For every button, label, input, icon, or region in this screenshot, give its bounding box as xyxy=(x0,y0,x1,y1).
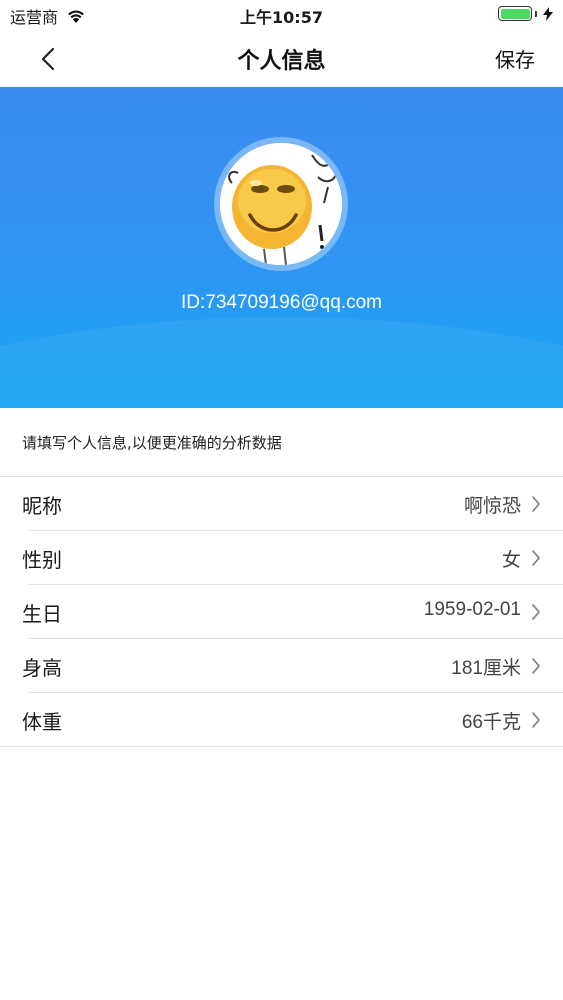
field-value: 66千克 xyxy=(461,712,521,733)
field-label: 体重 xyxy=(22,710,62,734)
nav-bar: 个人信息 保存 xyxy=(0,30,563,87)
info-hint: 请填写个人信息,以便更准确的分析数据 xyxy=(22,434,282,452)
field-row-birthday[interactable]: 生日 1959-02-01 xyxy=(0,585,563,639)
field-label: 性别 xyxy=(22,548,62,572)
charging-bolt-icon xyxy=(543,6,553,21)
avatar xyxy=(220,143,342,265)
field-value: 女 xyxy=(501,550,521,571)
chevron-right-icon xyxy=(532,658,540,674)
field-row-weight[interactable]: 体重 66千克 xyxy=(0,693,563,747)
field-row-height[interactable]: 身高 181厘米 xyxy=(0,639,563,693)
field-row-nickname[interactable]: 昵称 啊惊恐 xyxy=(0,477,563,531)
status-time: 上午10:57 xyxy=(240,8,323,27)
status-bar: 运营商 上午10:57 xyxy=(0,0,563,30)
field-value: 181厘米 xyxy=(451,658,521,679)
field-value: 1959-02-01 xyxy=(423,599,521,620)
field-label: 昵称 xyxy=(22,494,62,518)
avatar-image xyxy=(220,143,342,265)
row-divider xyxy=(0,746,563,747)
battery-icon xyxy=(498,6,532,21)
field-value: 啊惊恐 xyxy=(463,496,521,517)
save-button[interactable]: 保存 xyxy=(495,44,535,73)
user-id-text: ID:734709196@qq.com xyxy=(181,292,382,313)
avatar-button[interactable] xyxy=(214,137,348,271)
chevron-right-icon xyxy=(532,550,540,566)
chevron-right-icon xyxy=(532,604,540,620)
chevron-right-icon xyxy=(532,712,540,728)
page-title: 个人信息 xyxy=(237,49,326,74)
field-label: 身高 xyxy=(22,656,62,680)
battery-group xyxy=(498,6,553,21)
chevron-right-icon xyxy=(532,496,540,512)
profile-field-list: 昵称 啊惊恐 性别 女 生日 1959-02-01 身高 181厘米 体重 66… xyxy=(0,476,563,747)
field-row-gender[interactable]: 性别 女 xyxy=(0,531,563,585)
battery-cap xyxy=(535,10,537,17)
field-label: 生日 xyxy=(22,602,62,626)
header-decor-arc xyxy=(0,317,563,408)
profile-header: ID:734709196@qq.com xyxy=(0,87,563,408)
